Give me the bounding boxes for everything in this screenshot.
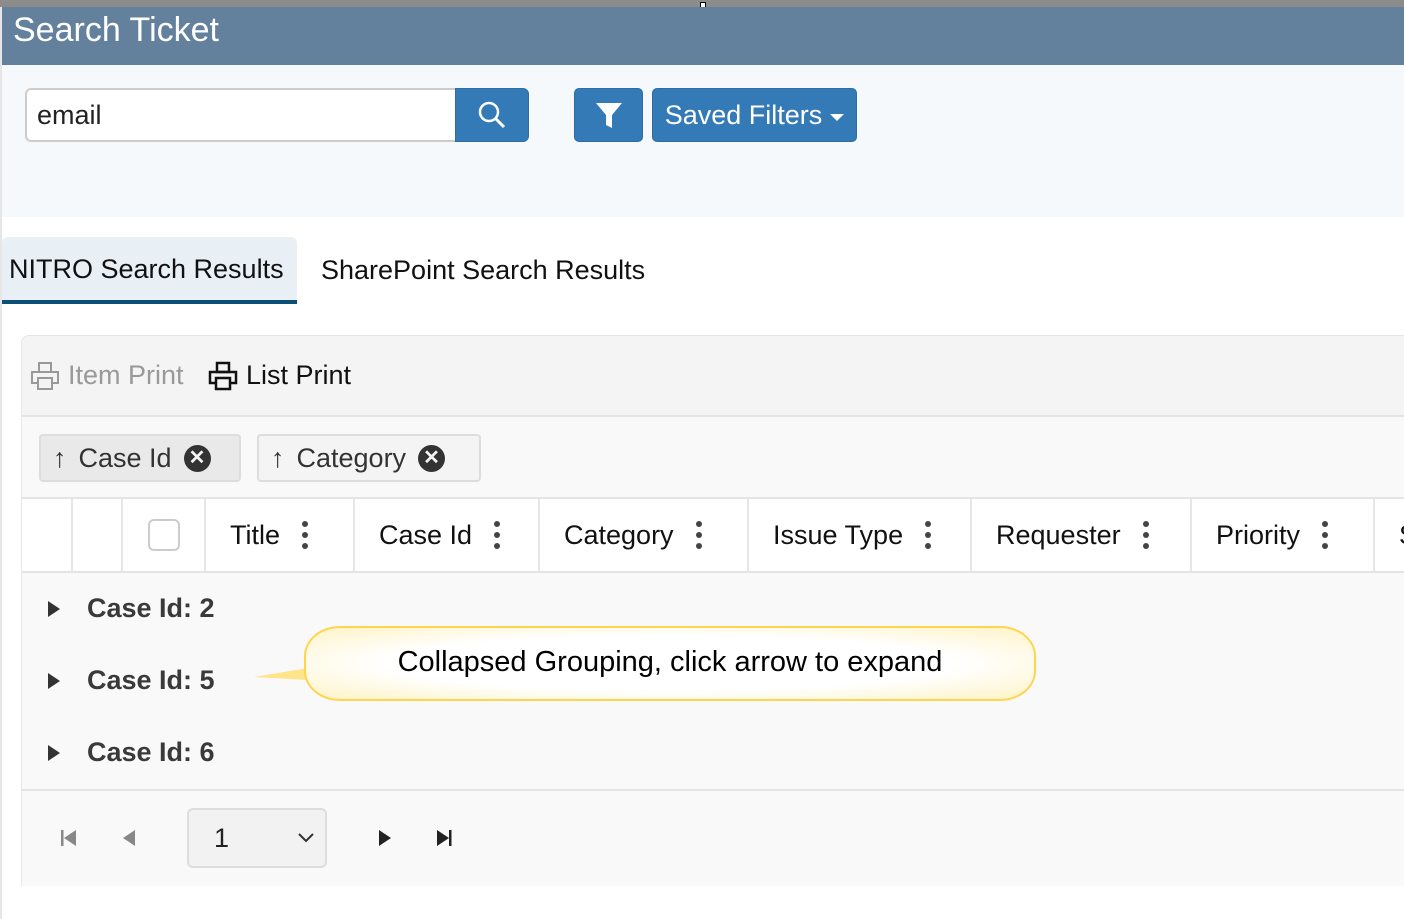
column-menu-icon[interactable] bbox=[695, 521, 702, 549]
page-number: 1 bbox=[214, 822, 230, 853]
grid-toolbar: Item Print List Print bbox=[22, 336, 1404, 417]
next-page-icon[interactable] bbox=[377, 829, 393, 847]
column-menu-icon[interactable] bbox=[302, 521, 309, 549]
group-label: Case Id: 5 bbox=[87, 665, 215, 695]
group-row[interactable]: Case Id: 2 bbox=[48, 593, 215, 624]
results-grid: Item Print List Print ↑ Case Id ✕ ↑ Cate… bbox=[21, 335, 1404, 886]
column-header-priority[interactable]: Priority bbox=[1192, 499, 1375, 571]
filter-icon bbox=[595, 103, 622, 128]
group-chip-label: Category bbox=[296, 442, 407, 473]
remove-group-icon[interactable]: ✕ bbox=[418, 444, 446, 472]
group-by-bar: ↑ Case Id ✕ ↑ Category ✕ bbox=[22, 417, 1404, 499]
column-label: Priority bbox=[1216, 519, 1301, 550]
tab-nitro-search-results[interactable]: NITRO Search Results bbox=[2, 237, 297, 304]
column-menu-icon[interactable] bbox=[1322, 521, 1329, 549]
grid-header-row: Title Case Id Category Issue Type Reques… bbox=[22, 499, 1404, 573]
column-menu-icon[interactable] bbox=[1142, 521, 1149, 549]
tab-sharepoint-search-results[interactable]: SharePoint Search Results bbox=[321, 255, 645, 286]
column-label: Category bbox=[564, 519, 674, 550]
chevron-down-icon bbox=[298, 833, 314, 843]
search-icon bbox=[478, 101, 506, 129]
group-chip-case-id[interactable]: ↑ Case Id ✕ bbox=[39, 434, 241, 482]
column-header-case-id[interactable]: Case Id bbox=[355, 499, 540, 571]
printer-icon bbox=[31, 361, 59, 390]
group-label: Case Id: 2 bbox=[87, 593, 215, 623]
item-print-button[interactable]: Item Print bbox=[30, 360, 184, 391]
filter-button[interactable] bbox=[574, 88, 643, 142]
page-select[interactable]: 1 bbox=[187, 808, 327, 868]
column-label: Case Id bbox=[379, 519, 473, 550]
search-button[interactable] bbox=[455, 88, 529, 142]
column-menu-icon[interactable] bbox=[494, 521, 501, 549]
column-menu-icon[interactable] bbox=[925, 521, 932, 549]
column-label: Issue Type bbox=[773, 519, 904, 550]
expand-arrow-icon[interactable] bbox=[48, 744, 60, 761]
printer-icon bbox=[208, 361, 238, 390]
list-print-label: List Print bbox=[246, 360, 352, 390]
saved-filters-button[interactable]: Saved Filters bbox=[652, 88, 857, 142]
sort-ascending-icon: ↑ bbox=[271, 442, 285, 473]
last-page-icon[interactable] bbox=[435, 829, 453, 847]
sort-ascending-icon: ↑ bbox=[53, 442, 67, 473]
column-header-requester[interactable]: Requester bbox=[972, 499, 1192, 571]
item-print-label: Item Print bbox=[68, 360, 184, 390]
previous-page-icon[interactable] bbox=[121, 829, 137, 847]
pager: 1 bbox=[22, 791, 1404, 886]
first-page-icon[interactable] bbox=[60, 829, 78, 847]
callout-pointer bbox=[254, 668, 308, 680]
expand-arrow-icon[interactable] bbox=[48, 672, 60, 689]
column-header-issue-type[interactable]: Issue Type bbox=[749, 499, 972, 571]
column-label: Requester bbox=[996, 519, 1121, 550]
group-chip-label: Case Id bbox=[78, 442, 172, 473]
group-indent-column bbox=[22, 499, 73, 571]
group-row[interactable]: Case Id: 6 bbox=[48, 737, 215, 768]
column-header-partial[interactable]: S bbox=[1375, 499, 1404, 571]
search-input[interactable] bbox=[25, 88, 465, 142]
annotation-callout: Collapsed Grouping, click arrow to expan… bbox=[304, 626, 1036, 701]
remove-group-icon[interactable]: ✕ bbox=[183, 444, 211, 472]
select-all-checkbox[interactable] bbox=[148, 519, 180, 551]
list-print-button[interactable]: List Print bbox=[208, 360, 351, 391]
group-row[interactable]: Case Id: 5 bbox=[48, 665, 215, 696]
column-header-category[interactable]: Category bbox=[540, 499, 749, 571]
caret-down-icon bbox=[830, 113, 845, 121]
column-label: S bbox=[1399, 520, 1404, 551]
page-title: Search Ticket bbox=[2, 7, 1404, 65]
select-all-column bbox=[123, 499, 206, 571]
group-label: Case Id: 6 bbox=[87, 737, 215, 767]
expand-arrow-icon[interactable] bbox=[48, 600, 60, 617]
group-chip-category[interactable]: ↑ Category ✕ bbox=[257, 434, 481, 482]
group-indent-column bbox=[73, 499, 123, 571]
column-header-title[interactable]: Title bbox=[206, 499, 355, 571]
column-label: Title bbox=[230, 519, 281, 550]
saved-filters-label: Saved Filters bbox=[664, 99, 823, 130]
